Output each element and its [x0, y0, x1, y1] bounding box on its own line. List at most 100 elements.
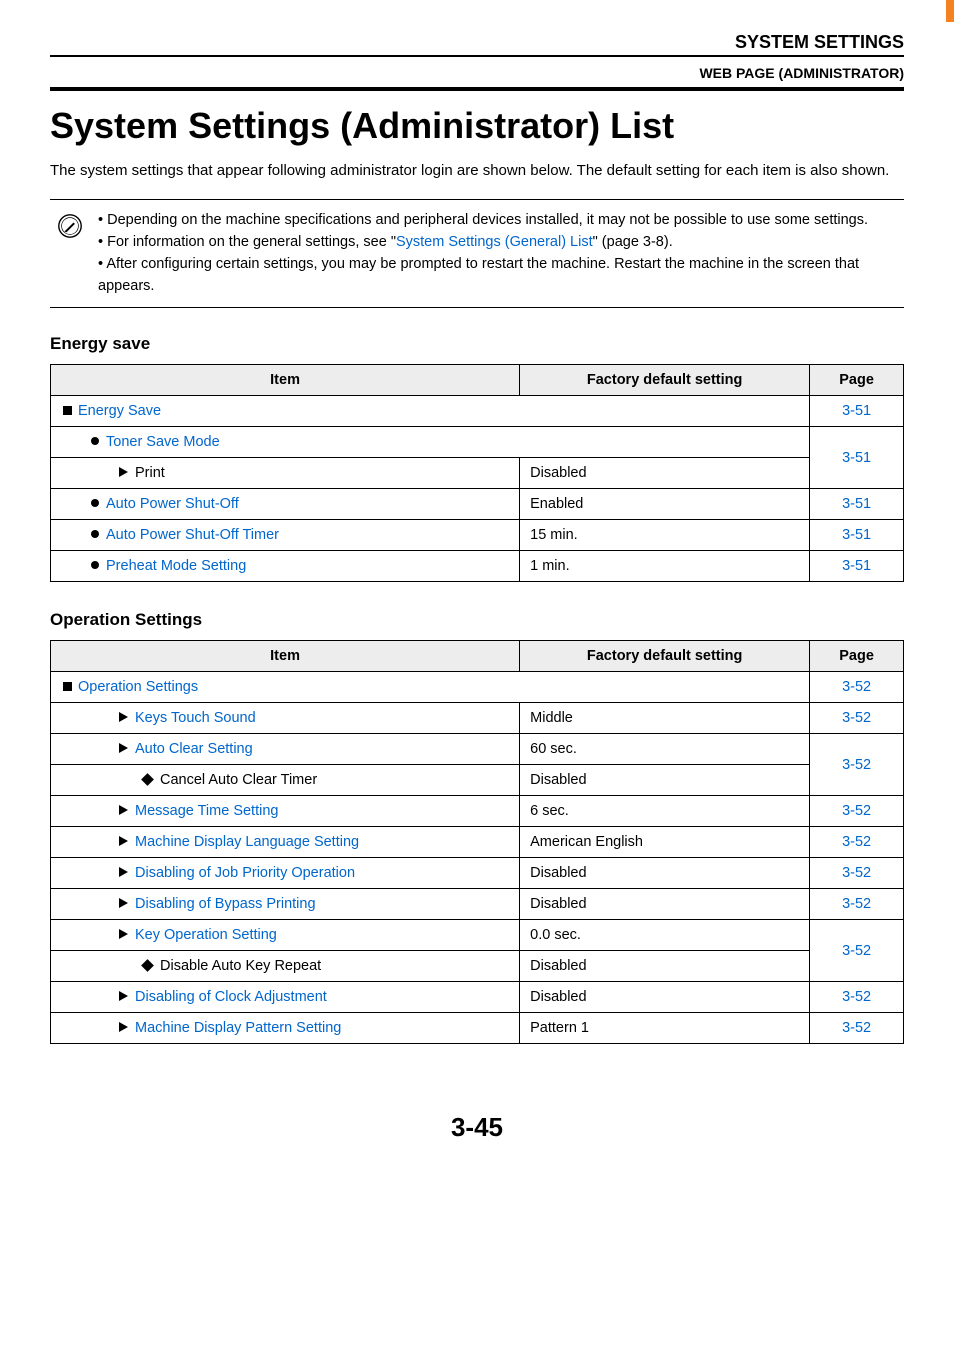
- col-default: Factory default setting: [520, 365, 810, 396]
- triangle-icon: [119, 467, 128, 477]
- bullet-icon: [91, 530, 99, 538]
- display-pattern-setting-link[interactable]: Machine Display Pattern Setting: [135, 1020, 341, 1036]
- row-key-operation-setting: Key Operation Setting: [51, 920, 520, 951]
- row-cancel-auto-clear: Cancel Auto Clear Timer: [51, 765, 520, 796]
- label: Print: [135, 465, 165, 481]
- keys-touch-sound-link[interactable]: Keys Touch Sound: [135, 710, 256, 726]
- energy-save-heading: Energy save: [50, 334, 904, 354]
- page-ref[interactable]: 3-52: [810, 858, 904, 889]
- row-keys-touch-sound: Keys Touch Sound: [51, 703, 520, 734]
- row-message-time: Message Time Setting: [51, 796, 520, 827]
- message-time-link[interactable]: Message Time Setting: [135, 803, 278, 819]
- disable-job-priority-link[interactable]: Disabling of Job Priority Operation: [135, 865, 355, 881]
- page-ref[interactable]: 3-52: [810, 703, 904, 734]
- default-value: Disabled: [520, 982, 810, 1013]
- row-toner-save: Toner Save Mode: [51, 427, 810, 458]
- row-language-setting: Machine Display Language Setting: [51, 827, 520, 858]
- default-value: Middle: [520, 703, 810, 734]
- page-ref[interactable]: 3-52: [810, 672, 904, 703]
- col-page: Page: [810, 641, 904, 672]
- page-ref[interactable]: 3-52: [810, 796, 904, 827]
- label: Cancel Auto Clear Timer: [160, 772, 317, 788]
- energy-save-link[interactable]: Energy Save: [78, 403, 161, 419]
- auto-clear-setting-link[interactable]: Auto Clear Setting: [135, 741, 253, 757]
- triangle-icon: [119, 867, 128, 877]
- row-preheat-mode: Preheat Mode Setting: [51, 551, 520, 582]
- orange-accent: [946, 0, 954, 22]
- page-ref[interactable]: 3-52: [810, 982, 904, 1013]
- page-title: System Settings (Administrator) List: [50, 105, 904, 147]
- top-band: [0, 0, 954, 22]
- note-text: " (page 3-8).: [593, 234, 673, 250]
- page-number: 3-45: [0, 1072, 954, 1163]
- note-text: For information on the general settings,…: [107, 234, 396, 250]
- note-icon: [56, 212, 84, 297]
- diamond-icon: [141, 959, 154, 972]
- row-operation-settings: Operation Settings: [51, 672, 810, 703]
- row-disable-job-priority: Disabling of Job Priority Operation: [51, 858, 520, 889]
- bullet-icon: [91, 499, 99, 507]
- bullet-icon: [91, 437, 99, 445]
- col-page: Page: [810, 365, 904, 396]
- row-disable-clock-adjustment: Disabling of Clock Adjustment: [51, 982, 520, 1013]
- auto-power-shutoff-link[interactable]: Auto Power Shut-Off: [106, 496, 239, 512]
- triangle-icon: [119, 712, 128, 722]
- label: Disable Auto Key Repeat: [160, 958, 321, 974]
- square-icon: [63, 406, 72, 415]
- default-value: Enabled: [520, 489, 810, 520]
- operation-settings-table: Item Factory default setting Page Operat…: [50, 640, 904, 1044]
- col-item: Item: [51, 641, 520, 672]
- page-ref[interactable]: 3-51: [810, 551, 904, 582]
- square-icon: [63, 682, 72, 691]
- divider: [50, 55, 904, 57]
- default-value: Disabled: [520, 458, 810, 489]
- triangle-icon: [119, 743, 128, 753]
- col-item: Item: [51, 365, 520, 396]
- default-value: 60 sec.: [520, 734, 810, 765]
- triangle-icon: [119, 805, 128, 815]
- default-value: 1 min.: [520, 551, 810, 582]
- page-ref[interactable]: 3-52: [810, 734, 904, 796]
- intro-text: The system settings that appear followin…: [50, 161, 904, 181]
- page-ref[interactable]: 3-51: [810, 427, 904, 489]
- page-ref[interactable]: 3-52: [810, 920, 904, 982]
- page-ref[interactable]: 3-51: [810, 396, 904, 427]
- triangle-icon: [119, 1022, 128, 1032]
- page-ref[interactable]: 3-51: [810, 489, 904, 520]
- note-item: Depending on the machine specifications …: [98, 210, 898, 232]
- row-disable-bypass-printing: Disabling of Bypass Printing: [51, 889, 520, 920]
- page-ref[interactable]: 3-52: [810, 889, 904, 920]
- note-list: Depending on the machine specifications …: [98, 210, 898, 297]
- triangle-icon: [119, 836, 128, 846]
- triangle-icon: [119, 898, 128, 908]
- section-subheader: WEB PAGE (ADMINISTRATOR): [50, 65, 904, 81]
- diamond-icon: [141, 773, 154, 786]
- default-value: Disabled: [520, 765, 810, 796]
- page-ref[interactable]: 3-52: [810, 1013, 904, 1044]
- heavy-divider: [50, 87, 904, 91]
- section-header: SYSTEM SETTINGS: [50, 32, 904, 53]
- note-text: After configuring certain settings, you …: [98, 256, 859, 294]
- language-setting-link[interactable]: Machine Display Language Setting: [135, 834, 359, 850]
- row-display-pattern-setting: Machine Display Pattern Setting: [51, 1013, 520, 1044]
- row-auto-power-shutoff: Auto Power Shut-Off: [51, 489, 520, 520]
- default-value: 6 sec.: [520, 796, 810, 827]
- default-value: Disabled: [520, 858, 810, 889]
- default-value: Disabled: [520, 889, 810, 920]
- disable-clock-adjustment-link[interactable]: Disabling of Clock Adjustment: [135, 989, 327, 1005]
- disable-bypass-printing-link[interactable]: Disabling of Bypass Printing: [135, 896, 316, 912]
- auto-power-shutoff-timer-link[interactable]: Auto Power Shut-Off Timer: [106, 527, 279, 543]
- col-default: Factory default setting: [520, 641, 810, 672]
- toner-save-link[interactable]: Toner Save Mode: [106, 434, 220, 450]
- note-text: Depending on the machine specifications …: [107, 212, 868, 228]
- preheat-mode-link[interactable]: Preheat Mode Setting: [106, 558, 246, 574]
- key-operation-setting-link[interactable]: Key Operation Setting: [135, 927, 277, 943]
- page-ref[interactable]: 3-52: [810, 827, 904, 858]
- operation-settings-link[interactable]: Operation Settings: [78, 679, 198, 695]
- general-settings-link[interactable]: System Settings (General) List: [396, 234, 593, 250]
- default-value: American English: [520, 827, 810, 858]
- energy-save-table: Item Factory default setting Page Energy…: [50, 364, 904, 582]
- default-value: Pattern 1: [520, 1013, 810, 1044]
- note-box: Depending on the machine specifications …: [50, 199, 904, 308]
- page-ref[interactable]: 3-51: [810, 520, 904, 551]
